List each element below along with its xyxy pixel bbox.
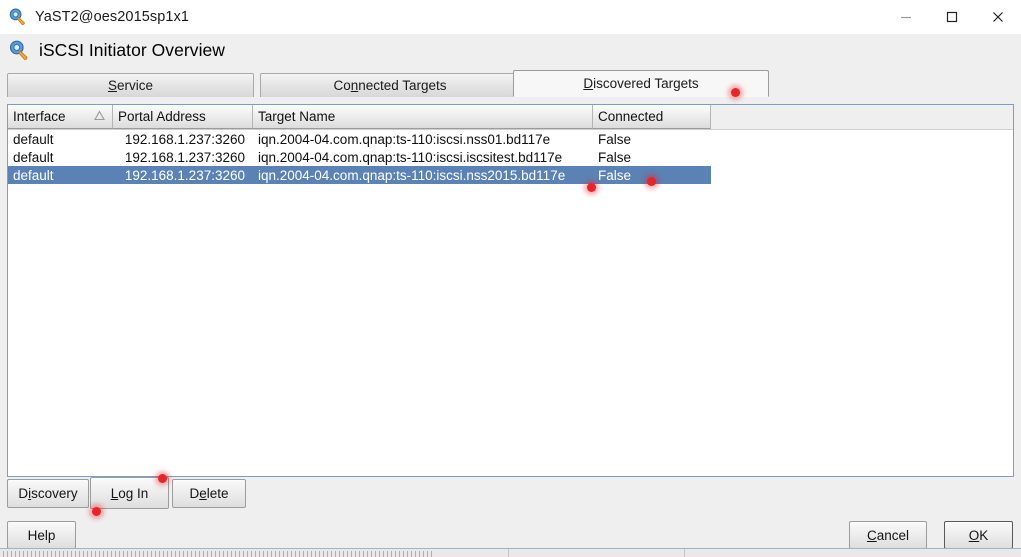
- ok-button-label: OK: [968, 527, 989, 543]
- cancel-button-label: Cancel: [866, 527, 910, 543]
- cell-connected: False: [598, 131, 632, 147]
- cell-portal-address: 192.168.1.237:3260: [124, 167, 245, 183]
- cancel-button[interactable]: Cancel: [849, 521, 927, 549]
- cell-interface: default: [13, 167, 54, 183]
- column-header-interface[interactable]: Interface: [8, 105, 113, 129]
- column-header-portal-address[interactable]: Portal Address: [113, 105, 253, 129]
- minimize-button[interactable]: [883, 0, 929, 34]
- taskbar-items: [3, 551, 433, 557]
- ok-button[interactable]: OK: [944, 521, 1013, 549]
- login-button-label: Log In: [110, 485, 149, 501]
- annotation-dot-row-target: [587, 183, 596, 192]
- tab-label: Connected Targets: [333, 78, 447, 93]
- column-header-label: Portal Address: [118, 109, 206, 124]
- delete-button-label: Delete: [189, 486, 229, 501]
- yast-wrench-icon: [9, 8, 27, 26]
- column-header-target-name[interactable]: Target Name: [253, 105, 593, 129]
- annotation-dot-login-bottom: [92, 507, 101, 516]
- discovery-button-label: Discovery: [18, 486, 78, 501]
- tab-label: Discovered Targets: [583, 76, 699, 91]
- tab-service[interactable]: Service: [7, 73, 254, 97]
- page-header: iSCSI Initiator Overview: [0, 34, 1021, 66]
- annotation-dot-login-top: [158, 474, 167, 483]
- cell-interface: default: [13, 149, 54, 165]
- column-header-label: Interface: [13, 109, 66, 124]
- table-header-row: Interface Portal Address Target Name Connec…: [8, 105, 1013, 130]
- taskbar-divider: [508, 549, 509, 557]
- cell-target-name: iqn.2004-04.com.qnap:ts-110:iscsi.iscsit…: [258, 149, 563, 165]
- tab-bar: Service Connected Targets Discovered Targe…: [7, 70, 1014, 97]
- help-button[interactable]: Help: [7, 521, 76, 549]
- tab-label: Service: [107, 78, 154, 93]
- sort-ascending-icon: [94, 109, 105, 124]
- table-row[interactable]: default 192.168.1.237:3260 iqn.2004-04.com…: [8, 166, 711, 184]
- window-controls: [883, 0, 1021, 34]
- cell-target-name: iqn.2004-04.com.qnap:ts-110:iscsi.nss201…: [258, 167, 566, 183]
- discovery-button[interactable]: Discovery: [7, 479, 89, 508]
- cell-interface: default: [13, 131, 54, 147]
- table-body: default 192.168.1.237:3260 iqn.2004-04.com…: [8, 130, 1013, 184]
- login-button[interactable]: Log In: [90, 477, 169, 509]
- cell-target-name: iqn.2004-04.com.qnap:ts-110:iscsi.nss01.…: [258, 131, 551, 147]
- annotation-dot-tab: [731, 88, 740, 97]
- yast-wrench-icon: [9, 40, 30, 61]
- yast-iscsi-initiator-window: YaST2@oes2015sp1x1 iSCSI Initiator Overv…: [0, 0, 1021, 557]
- maximize-button[interactable]: [929, 0, 975, 34]
- desktop-taskbar[interactable]: [0, 548, 1021, 557]
- cell-portal-address: 192.168.1.237:3260: [124, 131, 245, 147]
- column-header-connected[interactable]: Connected: [593, 105, 711, 129]
- page-title: iSCSI Initiator Overview: [39, 39, 225, 60]
- column-header-label: Target Name: [258, 109, 336, 124]
- cell-portal-address: 192.168.1.237:3260: [124, 149, 245, 165]
- taskbar-divider: [684, 549, 685, 557]
- table-row[interactable]: default 192.168.1.237:3260 iqn.2004-04.com…: [8, 130, 711, 148]
- tab-connected-targets[interactable]: Connected Targets: [260, 73, 520, 97]
- column-header-label: Connected: [598, 109, 664, 124]
- cell-connected: False: [598, 149, 632, 165]
- window-title: YaST2@oes2015sp1x1: [35, 9, 190, 25]
- discovered-targets-table[interactable]: Interface Portal Address Target Name Connec…: [7, 104, 1014, 477]
- close-button[interactable]: [975, 0, 1021, 34]
- window-titlebar: YaST2@oes2015sp1x1: [0, 0, 1021, 34]
- delete-button[interactable]: Delete: [172, 479, 246, 508]
- help-button-label: Help: [27, 527, 56, 543]
- table-row[interactable]: default 192.168.1.237:3260 iqn.2004-04.com…: [8, 148, 711, 166]
- annotation-dot-row-connected: [647, 177, 656, 186]
